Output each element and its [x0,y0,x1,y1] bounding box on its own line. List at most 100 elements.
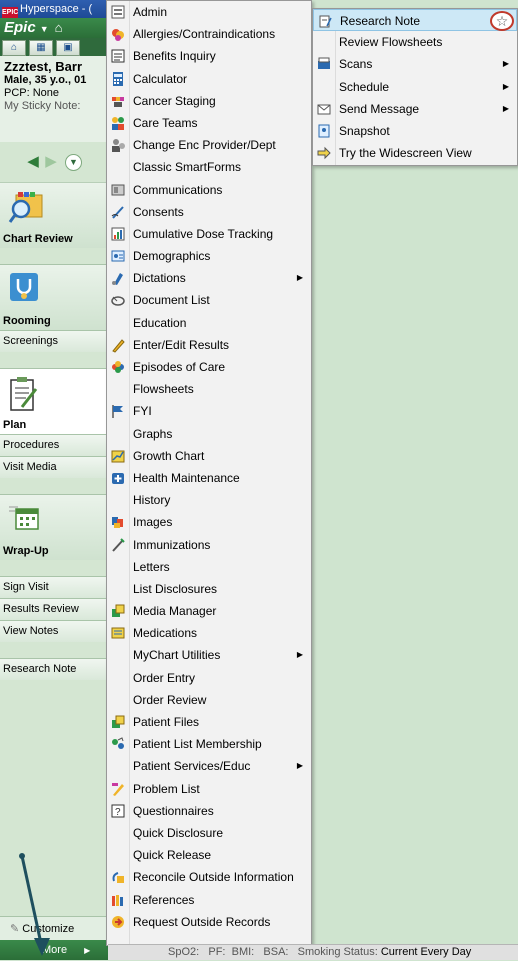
menu-item[interactable]: Media Manager [107,600,311,622]
epic-window: EPIC Hyperspace - ( Epic ▼ ⌂ ⌂ ▦ ▣ Zzztest, B… [0,0,108,960]
home-icon[interactable]: ⌂ [55,18,63,38]
menu-item[interactable]: Health Maintenance [107,467,311,489]
menu-item[interactable]: Change Enc Provider/Dept [107,134,311,156]
calendar-tab-icon[interactable]: ▦ [29,40,53,56]
epic-button[interactable]: Epic [4,19,36,36]
menu-item[interactable]: Cumulative Dose Tracking [107,223,311,245]
menu-item[interactable]: Communications [107,179,311,201]
dose-tracking-icon [111,227,125,241]
epic-menu-bar[interactable]: Epic ▼ ⌂ [0,18,107,38]
activity-wrap-up[interactable]: Wrap-Up [0,494,107,560]
benefits-icon [111,49,125,63]
menu-item[interactable]: Patient Files [107,711,311,733]
customize-button[interactable]: ✎ Customize [0,916,108,940]
menu-item[interactable]: Growth Chart [107,445,311,467]
nav-dropdown-icon[interactable]: ▼ [65,153,82,171]
menu-item[interactable]: Medications [107,622,311,644]
menu-item[interactable]: Cancer Staging [107,90,311,112]
menu-item[interactable]: Quick Disclosure [107,822,311,844]
back-arrow-icon[interactable]: ◀ [25,154,41,169]
menu-item[interactable]: References [107,889,311,911]
submenu-arrow-icon: ▶ [296,650,303,660]
activity-plan[interactable]: Plan [0,368,107,434]
bottom-nav: ✎ Customize More ▶ [0,916,108,960]
menu-item[interactable]: Education [107,312,311,334]
submenu-item[interactable]: Scans ▶ [313,53,517,75]
cancer-staging-icon [112,96,124,107]
activity-visit-media[interactable]: Visit Media [0,456,107,478]
submenu-item[interactable]: Research Note ☆ [313,9,517,32]
submenu-item[interactable]: Snapshot [313,120,517,142]
svg-text:?: ? [115,807,121,818]
more-button[interactable]: More ▶ [0,940,108,960]
menu-item[interactable]: Benefits Inquiry [107,45,311,67]
menu-item[interactable]: Consents [107,201,311,223]
menu-item[interactable]: Calculator [107,68,311,90]
menu-item[interactable]: Graphs [107,423,311,445]
menu-item[interactable]: Flowsheets [107,378,311,400]
menu-item[interactable]: Quick Release [107,844,311,866]
menu-item[interactable]: Reconcile Outside Information [107,866,311,888]
activity-research-note[interactable]: Research Note [0,658,107,680]
menu-item[interactable]: Dictations ▶ [107,267,311,289]
inbox-tab-icon[interactable]: ▣ [56,40,80,56]
questionnaires-icon: ? [111,804,125,818]
menu-item[interactable]: Care Teams [107,112,311,134]
submenu-item-label: Send Message [339,101,420,116]
menu-item[interactable]: Problem List [107,778,311,800]
scans-icon [318,57,330,70]
chevron-down-icon[interactable]: ▼ [40,24,49,34]
favorite-star-icon[interactable]: ☆ [490,11,514,31]
menu-item[interactable]: Admin [107,1,311,23]
research-note-icon [319,15,332,28]
menu-item-label: Patient List Membership [133,737,262,752]
sticky-note-label[interactable]: My Sticky Note: [4,100,103,113]
activity-results-review[interactable]: Results Review [0,598,107,620]
patient-name[interactable]: Zzztest, Barr [4,59,103,74]
submenu-item[interactable]: Review Flowsheets [313,31,517,53]
send-message-icon [317,104,331,115]
menu-item[interactable]: FYI [107,400,311,422]
wrap-up-calendar-icon [9,506,39,530]
menu-item[interactable]: Document List [107,289,311,311]
menu-item[interactable]: Letters [107,556,311,578]
navigation-arrows: ◀ ▶ ▼ [0,142,107,182]
submenu-item[interactable]: Send Message ▶ [313,98,517,120]
menu-item[interactable]: Images [107,511,311,533]
menu-item[interactable]: List Disclosures [107,578,311,600]
spo2-label: SpO2: [168,946,200,958]
menu-item[interactable]: ? Questionnaires [107,800,311,822]
media-manager-icon [112,604,125,618]
submenu-item[interactable]: Schedule ▶ [313,76,517,98]
menu-item[interactable]: Request Outside Records [107,911,311,933]
menu-item[interactable]: MyChart Utilities ▶ [107,644,311,666]
activity-rooming[interactable]: Rooming [0,264,107,330]
menu-item[interactable]: Patient List Membership [107,733,311,755]
menu-item[interactable]: Episodes of Care [107,356,311,378]
menu-item[interactable]: Patient Services/Educ ▶ [107,755,311,777]
change-provider-icon [112,139,125,153]
menu-item[interactable]: Allergies/Contraindications [107,23,311,45]
activity-chart-review[interactable]: Chart Review [0,182,107,248]
menu-item[interactable]: Demographics [107,245,311,267]
activity-procedures[interactable]: Procedures [0,434,107,456]
menu-item[interactable]: Classic SmartForms [107,156,311,178]
menu-item[interactable]: Order Entry [107,667,311,689]
dictations-icon [112,273,123,286]
menu-item-label: Cancer Staging [133,93,216,108]
references-icon [112,894,123,906]
activity-view-notes[interactable]: View Notes [0,620,107,642]
epic-logo-icon: EPIC [2,7,18,18]
menu-item[interactable]: History [107,489,311,511]
activity-screenings[interactable]: Screenings [0,330,107,352]
menu-item[interactable]: Immunizations [107,534,311,556]
forward-arrow-icon[interactable]: ▶ [43,154,59,169]
immunizations-icon [112,537,125,552]
home-tab-icon[interactable]: ⌂ [2,40,26,56]
activity-sign-visit[interactable]: Sign Visit [0,576,107,598]
menu-item[interactable]: Order Review [107,689,311,711]
menu-item-label: FYI [133,404,152,419]
menu-item[interactable]: Enter/Edit Results [107,334,311,356]
activity-label: Plan [3,419,27,431]
submenu-item[interactable]: Try the Widescreen View [313,142,517,164]
